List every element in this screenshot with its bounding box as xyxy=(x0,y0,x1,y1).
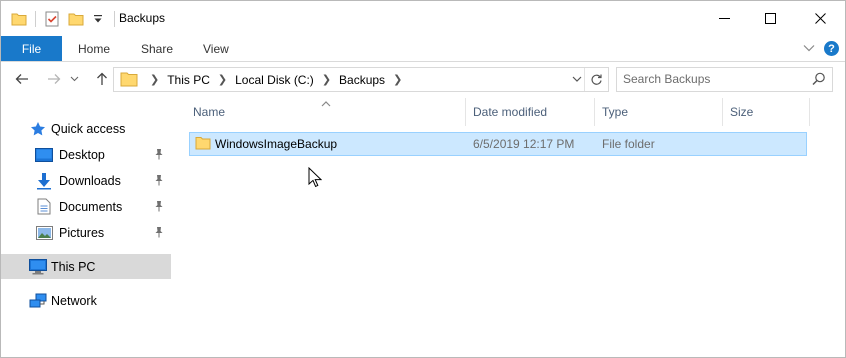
crumb-this-pc[interactable]: This PC xyxy=(167,73,210,87)
recent-dropdown-icon[interactable] xyxy=(67,68,81,90)
tab-view[interactable]: View xyxy=(203,36,229,61)
sidebar-item-documents[interactable]: Documents xyxy=(1,194,171,219)
sidebar-item-quick-access[interactable]: Quick access xyxy=(1,116,171,141)
address-bar[interactable]: ❯ This PC ❯ Local Disk (C:) ❯ Backups ❯ xyxy=(113,67,609,92)
search-icon[interactable] xyxy=(812,72,826,89)
minimize-button[interactable] xyxy=(701,1,747,35)
sidebar-item-label: Downloads xyxy=(59,173,121,188)
column-header-size[interactable]: Size xyxy=(730,96,753,128)
sidebar-item-downloads[interactable]: Downloads xyxy=(1,168,171,193)
star-icon xyxy=(29,120,47,137)
quick-access-toolbar xyxy=(9,9,121,29)
chevron-right-icon[interactable]: ❯ xyxy=(150,73,159,86)
chevron-right-icon[interactable]: ❯ xyxy=(218,73,227,86)
pin-icon[interactable] xyxy=(154,200,164,215)
sidebar-item-desktop[interactable]: Desktop xyxy=(1,142,171,167)
column-divider[interactable] xyxy=(465,98,466,126)
sidebar-item-network[interactable]: Network xyxy=(1,288,171,313)
tab-share[interactable]: Share xyxy=(141,36,173,61)
mouse-cursor-icon xyxy=(308,166,323,191)
refresh-icon[interactable] xyxy=(584,68,608,91)
sidebar-item-label: Network xyxy=(51,293,97,308)
sidebar-item-label: Documents xyxy=(59,199,123,214)
chevron-right-icon[interactable]: ❯ xyxy=(322,73,331,86)
folder-icon xyxy=(9,9,29,29)
folder-icon xyxy=(120,71,138,90)
help-button[interactable]: ? xyxy=(824,41,839,56)
file-type: File folder xyxy=(602,137,655,151)
close-icon xyxy=(814,12,826,24)
address-history-dropdown-icon[interactable] xyxy=(572,72,582,89)
back-arrow-icon[interactable] xyxy=(11,68,33,90)
up-arrow-icon[interactable] xyxy=(91,68,113,90)
new-folder-icon[interactable] xyxy=(66,9,86,29)
search-input[interactable] xyxy=(623,70,803,88)
window-title: Backups xyxy=(119,11,166,25)
tab-file[interactable]: File xyxy=(1,36,62,61)
navigation-bar: ❯ This PC ❯ Local Disk (C:) ❯ Backups ❯ xyxy=(1,62,845,96)
sidebar-item-label: Pictures xyxy=(59,225,105,240)
toolbar-divider xyxy=(114,11,115,27)
column-header-name[interactable]: Name xyxy=(193,96,225,128)
toolbar-divider xyxy=(35,11,36,27)
customize-dropdown-icon[interactable] xyxy=(88,9,108,29)
column-divider[interactable] xyxy=(722,98,723,126)
properties-icon[interactable] xyxy=(42,9,62,29)
pin-icon[interactable] xyxy=(154,226,164,241)
column-header-date-modified[interactable]: Date modified xyxy=(473,96,547,128)
computer-icon xyxy=(29,258,47,275)
crumb-local-disk[interactable]: Local Disk (C:) xyxy=(235,73,314,87)
pin-icon[interactable] xyxy=(154,148,164,163)
column-divider[interactable] xyxy=(809,98,810,126)
desktop-icon xyxy=(35,146,53,163)
pin-icon[interactable] xyxy=(154,174,164,189)
maximize-icon xyxy=(764,12,776,24)
folder-icon xyxy=(195,136,211,153)
tab-home[interactable]: Home xyxy=(78,36,110,61)
sort-ascending-icon xyxy=(321,96,331,110)
search-box[interactable] xyxy=(616,67,833,92)
column-header-type[interactable]: Type xyxy=(602,96,628,128)
documents-icon xyxy=(35,198,53,215)
expand-ribbon-chevron-icon[interactable] xyxy=(803,41,815,55)
column-divider[interactable] xyxy=(594,98,595,126)
file-list-pane: Name Date modified Type Size WindowsImag… xyxy=(173,96,845,357)
breadcrumb: ❯ This PC ❯ Local Disk (C:) ❯ Backups ❯ xyxy=(142,68,410,91)
crumb-backups[interactable]: Backups xyxy=(339,73,385,87)
sidebar-item-label: Quick access xyxy=(51,121,126,136)
downloads-icon xyxy=(35,172,53,189)
network-icon xyxy=(29,292,47,309)
file-date-modified: 6/5/2019 12:17 PM xyxy=(473,137,575,151)
explorer-window: Backups File Home Share View ? ❯ This PC… xyxy=(0,0,846,358)
pictures-icon xyxy=(35,224,53,241)
maximize-button[interactable] xyxy=(747,1,793,35)
minimize-icon xyxy=(718,17,730,19)
chevron-right-icon[interactable]: ❯ xyxy=(393,73,402,86)
forward-arrow-icon[interactable] xyxy=(43,68,65,90)
ribbon-tabs: File Home Share View ? xyxy=(1,35,845,62)
close-button[interactable] xyxy=(797,1,843,35)
sidebar-item-label: Desktop xyxy=(59,147,105,162)
title-bar: Backups xyxy=(1,1,845,35)
navigation-pane: Quick access Desktop Downloads Documents… xyxy=(1,96,171,357)
sidebar-item-pictures[interactable]: Pictures xyxy=(1,220,171,245)
sidebar-item-this-pc[interactable]: This PC xyxy=(1,254,171,279)
sidebar-item-label: This PC xyxy=(51,259,96,274)
file-name: WindowsImageBackup xyxy=(215,137,338,151)
file-row[interactable]: WindowsImageBackup 6/5/2019 12:17 PM Fil… xyxy=(189,132,807,156)
